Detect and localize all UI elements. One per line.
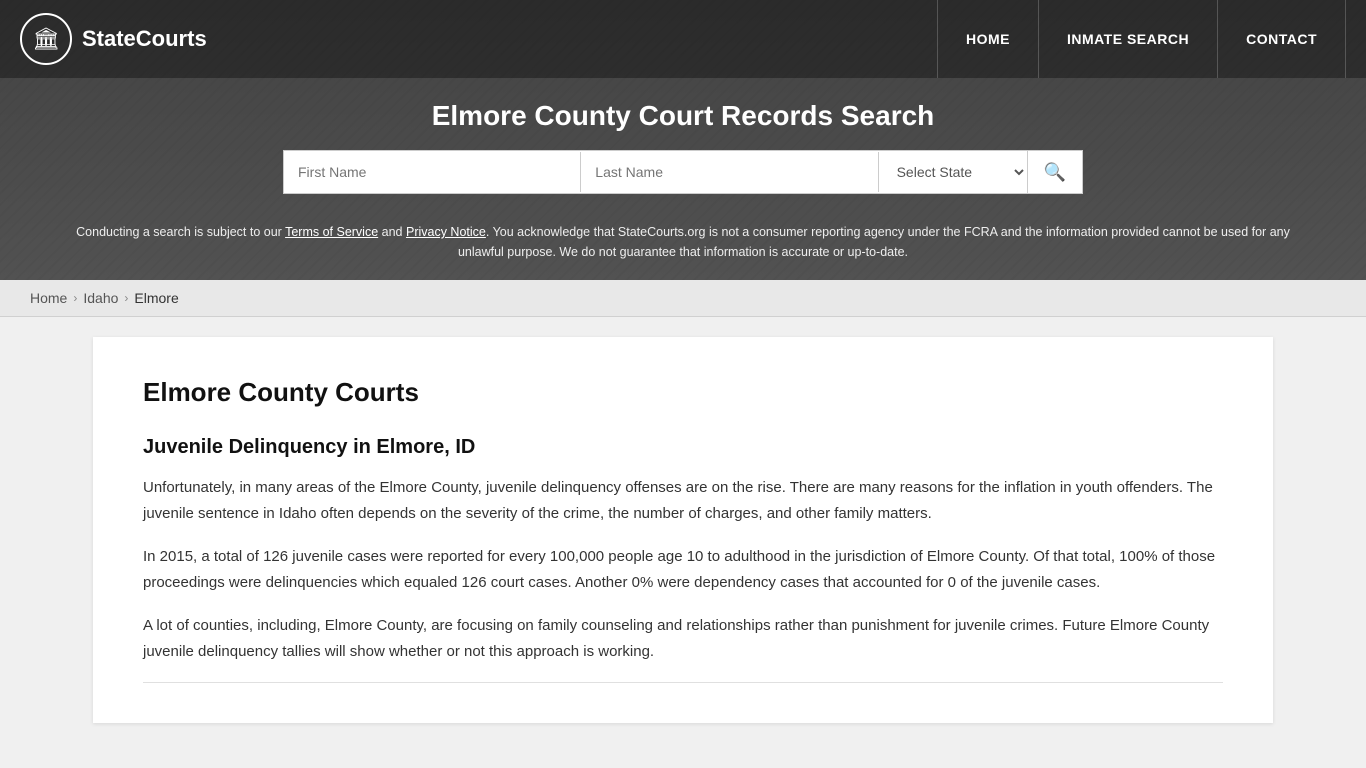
content-para-2: In 2015, a total of 126 juvenile cases w… bbox=[143, 544, 1223, 595]
logo-icon: 🏛 bbox=[20, 13, 72, 65]
breadcrumb: Home › Idaho › Elmore bbox=[0, 280, 1366, 317]
nav-inmate-search[interactable]: INMATE SEARCH bbox=[1038, 0, 1217, 78]
privacy-link[interactable]: Privacy Notice bbox=[406, 225, 486, 239]
nav-contact[interactable]: CONTACT bbox=[1217, 0, 1346, 78]
navbar: 🏛 StateCourts HOME INMATE SEARCH CONTACT bbox=[0, 0, 1366, 78]
last-name-input[interactable] bbox=[581, 152, 878, 192]
content-para-3: A lot of counties, including, Elmore Cou… bbox=[143, 613, 1223, 664]
page-title: Elmore County Court Records Search bbox=[432, 100, 935, 132]
terms-link[interactable]: Terms of Service bbox=[285, 225, 378, 239]
state-select[interactable]: Select StateAlabamaAlaskaArizonaArkansas… bbox=[879, 151, 1028, 193]
logo-link[interactable]: 🏛 StateCourts bbox=[20, 13, 207, 65]
main-wrapper: Elmore County Courts Juvenile Delinquenc… bbox=[0, 317, 1366, 763]
breadcrumb-county: Elmore bbox=[134, 290, 178, 306]
disclaimer-text-after: . You acknowledge that StateCourts.org i… bbox=[458, 225, 1290, 259]
content-card: Elmore County Courts Juvenile Delinquenc… bbox=[93, 337, 1273, 723]
search-icon: 🔍 bbox=[1044, 162, 1066, 183]
logo-text: StateCourts bbox=[82, 26, 207, 52]
section1-title: Juvenile Delinquency in Elmore, ID bbox=[143, 436, 1223, 459]
nav-links: HOME INMATE SEARCH CONTACT bbox=[937, 0, 1346, 78]
county-title: Elmore County Courts bbox=[143, 377, 1223, 408]
breadcrumb-state[interactable]: Idaho bbox=[83, 290, 118, 306]
search-bar: Select StateAlabamaAlaskaArizonaArkansas… bbox=[283, 150, 1083, 194]
breadcrumb-home[interactable]: Home bbox=[30, 290, 67, 306]
nav-home[interactable]: HOME bbox=[937, 0, 1038, 78]
breadcrumb-sep-1: › bbox=[73, 291, 77, 305]
disclaimer: Conducting a search is subject to our Te… bbox=[0, 212, 1366, 280]
content-para-1: Unfortunately, in many areas of the Elmo… bbox=[143, 475, 1223, 526]
hero-content: Elmore County Court Records Search Selec… bbox=[0, 78, 1366, 212]
hero-section: 🏛 StateCourts HOME INMATE SEARCH CONTACT… bbox=[0, 0, 1366, 280]
section-divider bbox=[143, 682, 1223, 683]
disclaimer-text-before: Conducting a search is subject to our bbox=[76, 225, 285, 239]
first-name-input[interactable] bbox=[284, 152, 581, 192]
disclaimer-and: and bbox=[378, 225, 406, 239]
search-button[interactable]: 🔍 bbox=[1028, 152, 1082, 193]
breadcrumb-sep-2: › bbox=[124, 291, 128, 305]
